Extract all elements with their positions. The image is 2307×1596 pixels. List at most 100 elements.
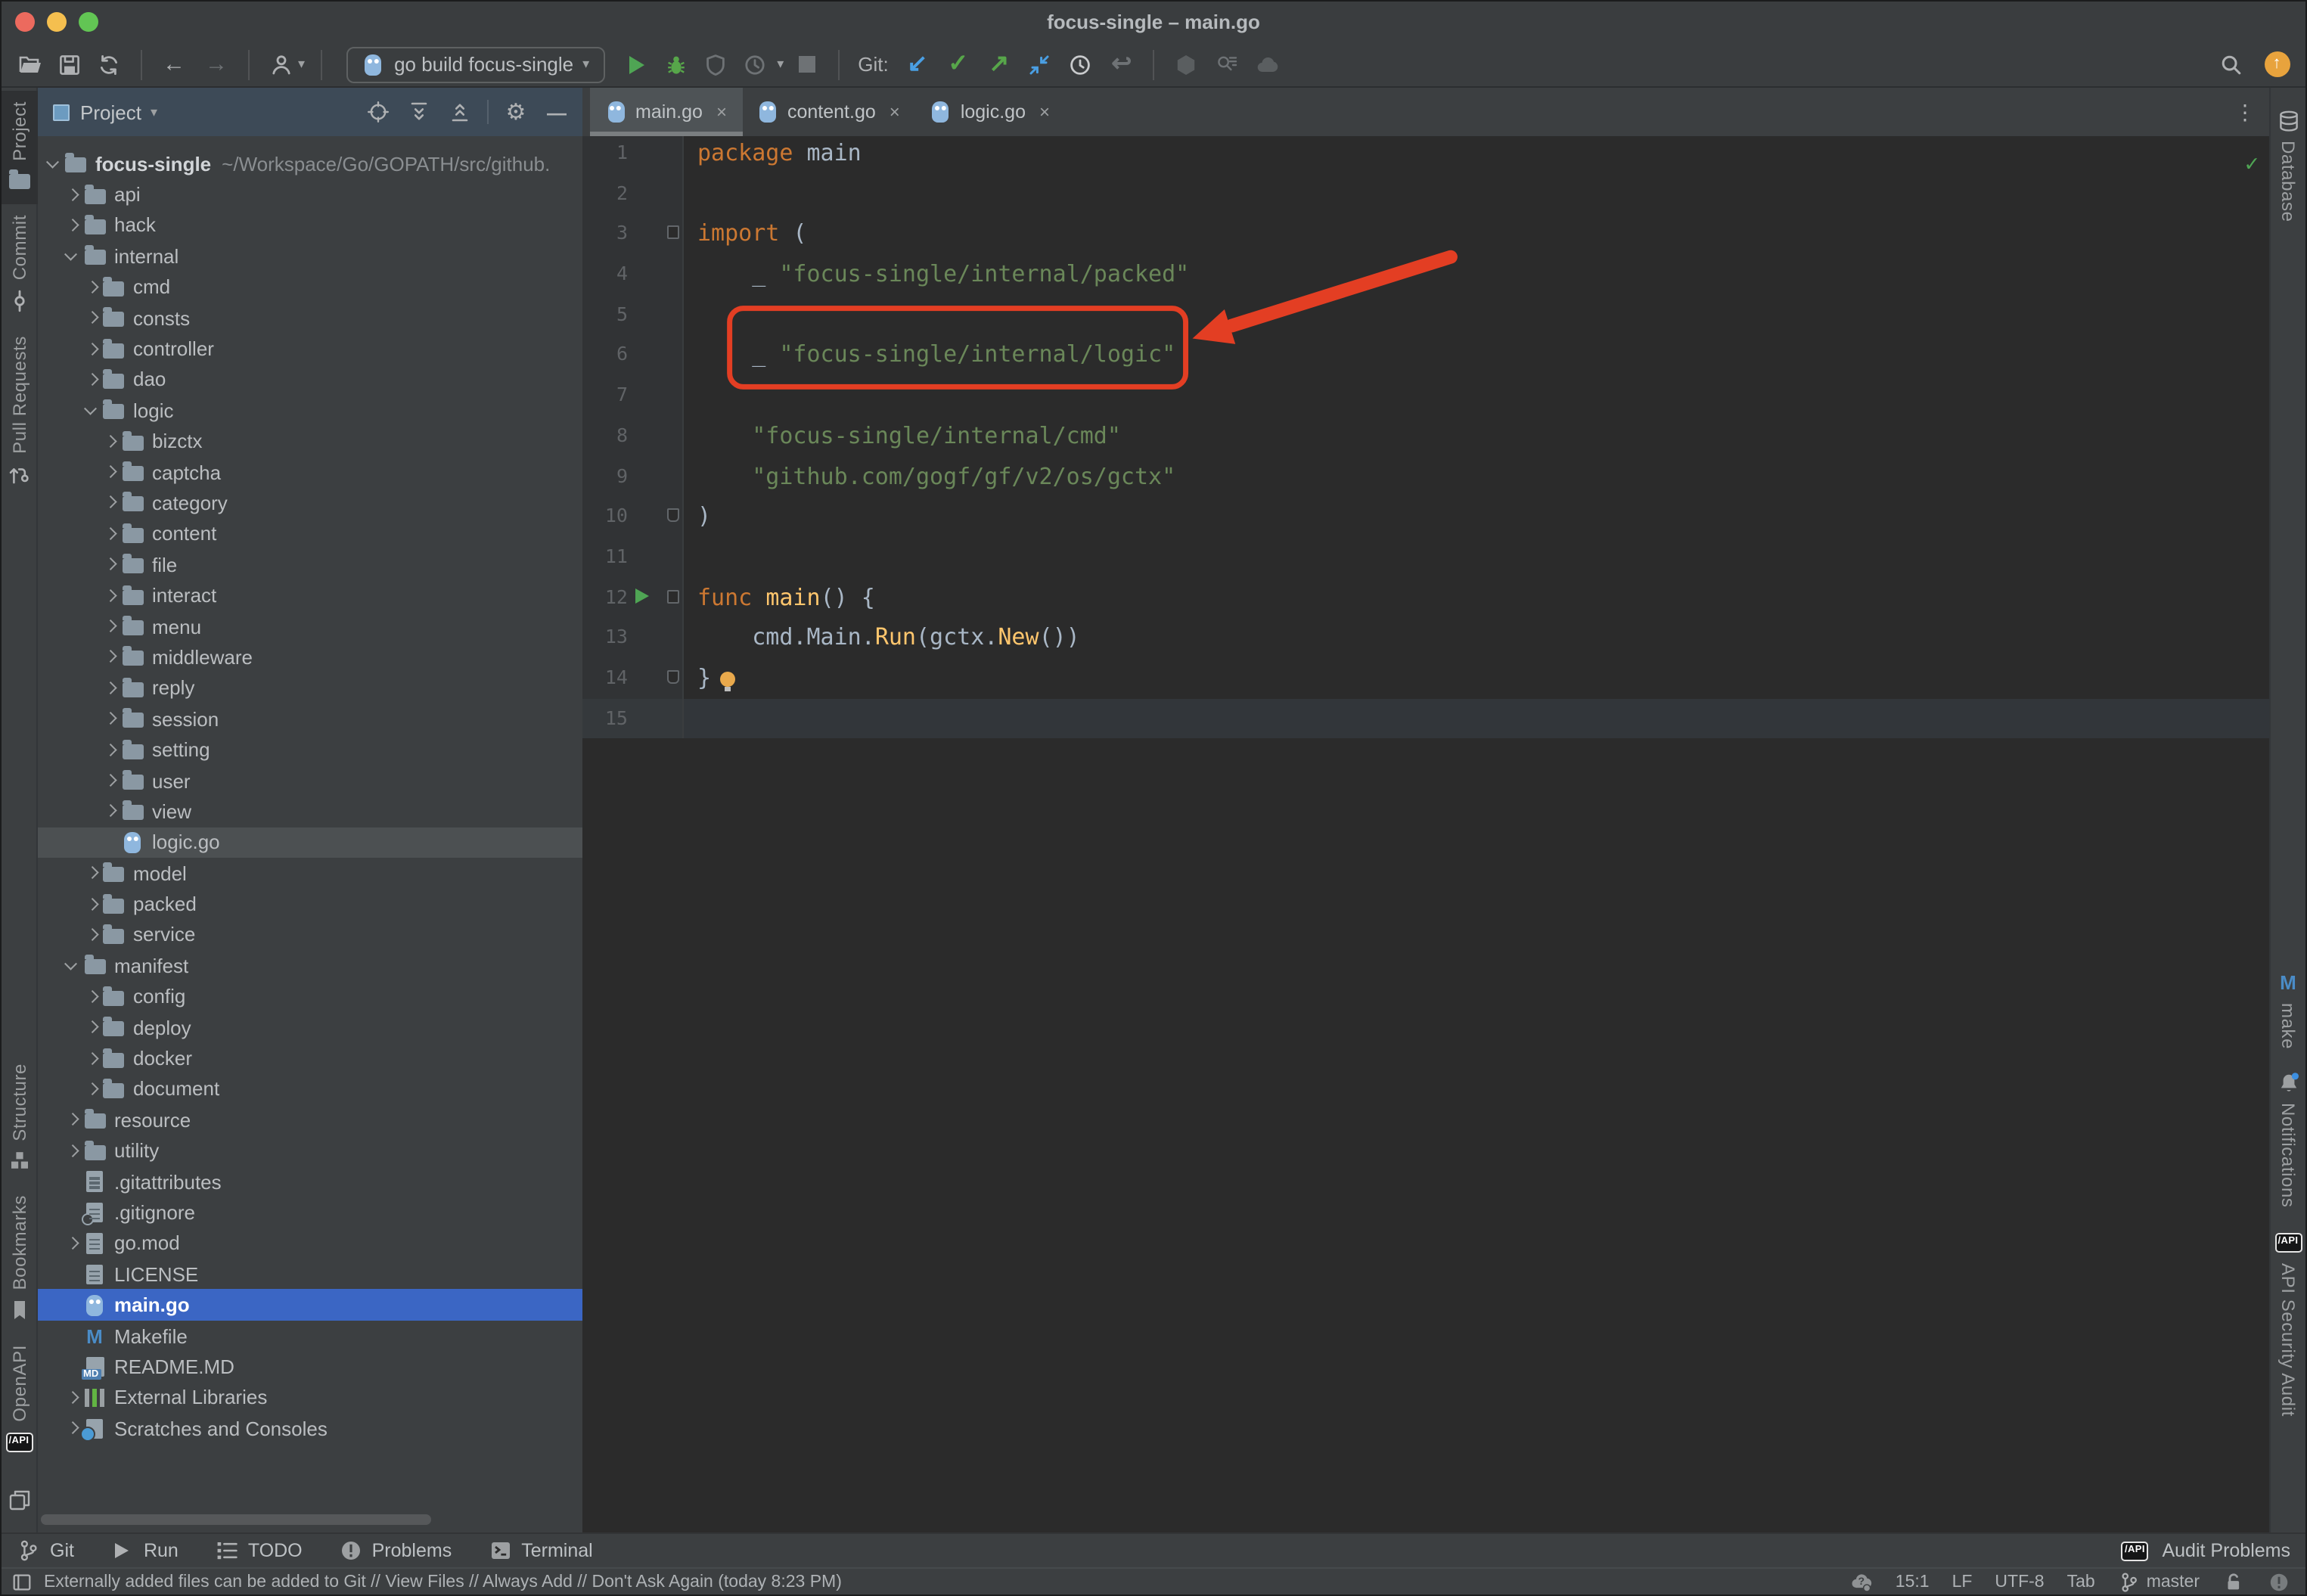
tool-window-button-terminal[interactable]: Terminal (488, 1539, 593, 1563)
code-line-6[interactable]: 6 _ "focus-single/internal/logic" (582, 335, 2269, 375)
code-line-9[interactable]: 9 "github.com/gogf/gf/v2/os/gctx" (582, 456, 2269, 496)
tree-item-user[interactable]: user (38, 765, 582, 796)
cloud-icon[interactable] (1252, 48, 1285, 81)
tree-item-middleware[interactable]: middleware (38, 642, 582, 673)
open-icon[interactable] (14, 48, 47, 81)
git-history-button[interactable] (1064, 48, 1098, 81)
stripe-button-notifications[interactable]: Notifications (2270, 1060, 2306, 1219)
tree-item-reply[interactable]: reply (38, 672, 582, 703)
tool-window-button-git[interactable]: Git (17, 1539, 74, 1563)
chevron-right-icon[interactable] (63, 1234, 81, 1253)
caret-position[interactable]: 15:1 (1896, 1573, 1930, 1591)
chevron-right-icon[interactable] (82, 371, 100, 389)
git-rollback-button[interactable]: ↩ (1105, 48, 1138, 81)
chevron-right-icon[interactable] (101, 617, 119, 635)
git-branch[interactable]: master (2118, 1570, 2200, 1593)
tree-item-content[interactable]: content (38, 518, 582, 549)
chevron-right-icon[interactable] (101, 803, 119, 821)
chevron-right-icon[interactable] (63, 216, 81, 234)
close-tab-icon[interactable]: × (716, 101, 727, 123)
stripe-button-database[interactable]: Database (2270, 97, 2306, 233)
tree-item-setting[interactable]: setting (38, 734, 582, 765)
indent-style[interactable]: Tab (2067, 1573, 2095, 1591)
debug-button[interactable] (659, 48, 692, 81)
tree-item-category[interactable]: category (38, 488, 582, 519)
tree-item-scratches-and-consoles[interactable]: Scratches and Consoles (38, 1413, 582, 1444)
code-line-5[interactable]: 5 (582, 295, 2269, 335)
git-merge-button[interactable] (1023, 48, 1057, 81)
locate-file-icon[interactable] (365, 98, 392, 126)
tree-item-dao[interactable]: dao (38, 364, 582, 395)
chevron-right-icon[interactable] (101, 741, 119, 759)
package-icon[interactable] (1170, 48, 1203, 81)
find-usages-icon[interactable] (1211, 48, 1244, 81)
tree-item-controller[interactable]: controller (38, 334, 582, 365)
stripe-button-project[interactable]: Project (1, 91, 37, 205)
back-icon[interactable]: ← (157, 48, 191, 81)
code-line-8[interactable]: 8 "focus-single/internal/cmd" (582, 416, 2269, 456)
chevron-down-icon[interactable]: ▾ (151, 104, 157, 120)
tree-item-menu[interactable]: menu (38, 611, 582, 642)
chevron-right-icon[interactable] (82, 1049, 100, 1067)
sync-icon[interactable] (92, 48, 126, 81)
code-line-14[interactable]: 14} (582, 658, 2269, 698)
chevron-right-icon[interactable] (63, 185, 81, 203)
code-line-11[interactable]: 11 (582, 537, 2269, 577)
chevron-right-icon[interactable] (82, 864, 100, 882)
update-available-icon[interactable]: ↑ (2260, 48, 2293, 81)
stripe-button-make[interactable]: Mmake (2270, 958, 2306, 1059)
tree-item-model[interactable]: model (38, 858, 582, 889)
tool-windows-icon[interactable] (2, 1484, 36, 1517)
horizontal-scrollbar[interactable] (41, 1514, 431, 1525)
code-line-4[interactable]: 4 _ "focus-single/internal/packed" (582, 254, 2269, 294)
tool-window-button-problems[interactable]: Problems (339, 1539, 452, 1563)
encoding[interactable]: UTF-8 (1995, 1573, 2044, 1591)
stripe-button-bookmarks[interactable]: Bookmarks (1, 1185, 37, 1334)
tree-item-config[interactable]: config (38, 981, 582, 1012)
chevron-right-icon[interactable] (82, 895, 100, 913)
tree-item-utility[interactable]: utility (38, 1135, 582, 1166)
tree-item-session[interactable]: session (38, 703, 582, 734)
tree-item-.gitattributes[interactable]: .gitattributes (38, 1166, 582, 1197)
line-separator[interactable]: LF (1952, 1573, 1973, 1591)
tree-item-view[interactable]: view (38, 796, 582, 827)
search-everywhere-icon[interactable] (2215, 48, 2248, 81)
tree-item-readme.md[interactable]: README.MD (38, 1351, 582, 1382)
user-icon[interactable] (265, 48, 298, 81)
chevron-right-icon[interactable] (101, 432, 119, 450)
git-update-button[interactable]: ↙ (901, 48, 934, 81)
stripe-button-structure[interactable]: Structure (1, 1053, 37, 1185)
code-line-10[interactable]: 10) (582, 496, 2269, 536)
expand-all-icon[interactable] (405, 98, 433, 126)
git-commit-button[interactable]: ✓ (942, 48, 975, 81)
tool-window-button-run[interactable]: Run (110, 1539, 179, 1563)
chevron-down-icon[interactable] (44, 154, 62, 172)
tree-item-interact[interactable]: interact (38, 580, 582, 611)
tab-options-icon[interactable]: ⋮ (2234, 99, 2256, 125)
chevron-right-icon[interactable] (101, 494, 119, 512)
forward-icon[interactable]: → (200, 48, 233, 81)
tab-logic.go[interactable]: logic.go× (915, 88, 1065, 136)
chevron-right-icon[interactable] (82, 926, 100, 944)
tree-item-document[interactable]: document (38, 1073, 582, 1104)
tree-item-deploy[interactable]: deploy (38, 1012, 582, 1043)
tree-item-.gitignore[interactable]: .gitignore (38, 1197, 582, 1228)
fold-marker-icon[interactable] (667, 226, 679, 240)
chevron-right-icon[interactable] (101, 463, 119, 481)
tree-item-go.mod[interactable]: go.mod (38, 1228, 582, 1259)
tree-item-makefile[interactable]: MMakefile (38, 1321, 582, 1352)
chevron-right-icon[interactable] (63, 1141, 81, 1160)
tree-item-consts[interactable]: consts (38, 303, 582, 334)
tree-item-hack[interactable]: hack (38, 210, 582, 241)
chevron-right-icon[interactable] (63, 1389, 81, 1407)
stripe-button-openapi[interactable]: OpenAPI/API (1, 1334, 37, 1466)
code-line-15[interactable]: 15 (582, 698, 2269, 738)
save-all-icon[interactable] (53, 48, 86, 81)
chevron-right-icon[interactable] (101, 772, 119, 790)
fold-marker-icon[interactable] (667, 670, 679, 684)
tree-item-logic[interactable]: logic (38, 395, 582, 426)
project-panel-header[interactable]: Project ▾ ⚙— (38, 88, 582, 136)
intention-bulb-icon[interactable] (720, 672, 735, 687)
status-message[interactable]: Externally added files can be added to G… (44, 1573, 842, 1591)
fold-marker-icon[interactable] (667, 589, 679, 603)
